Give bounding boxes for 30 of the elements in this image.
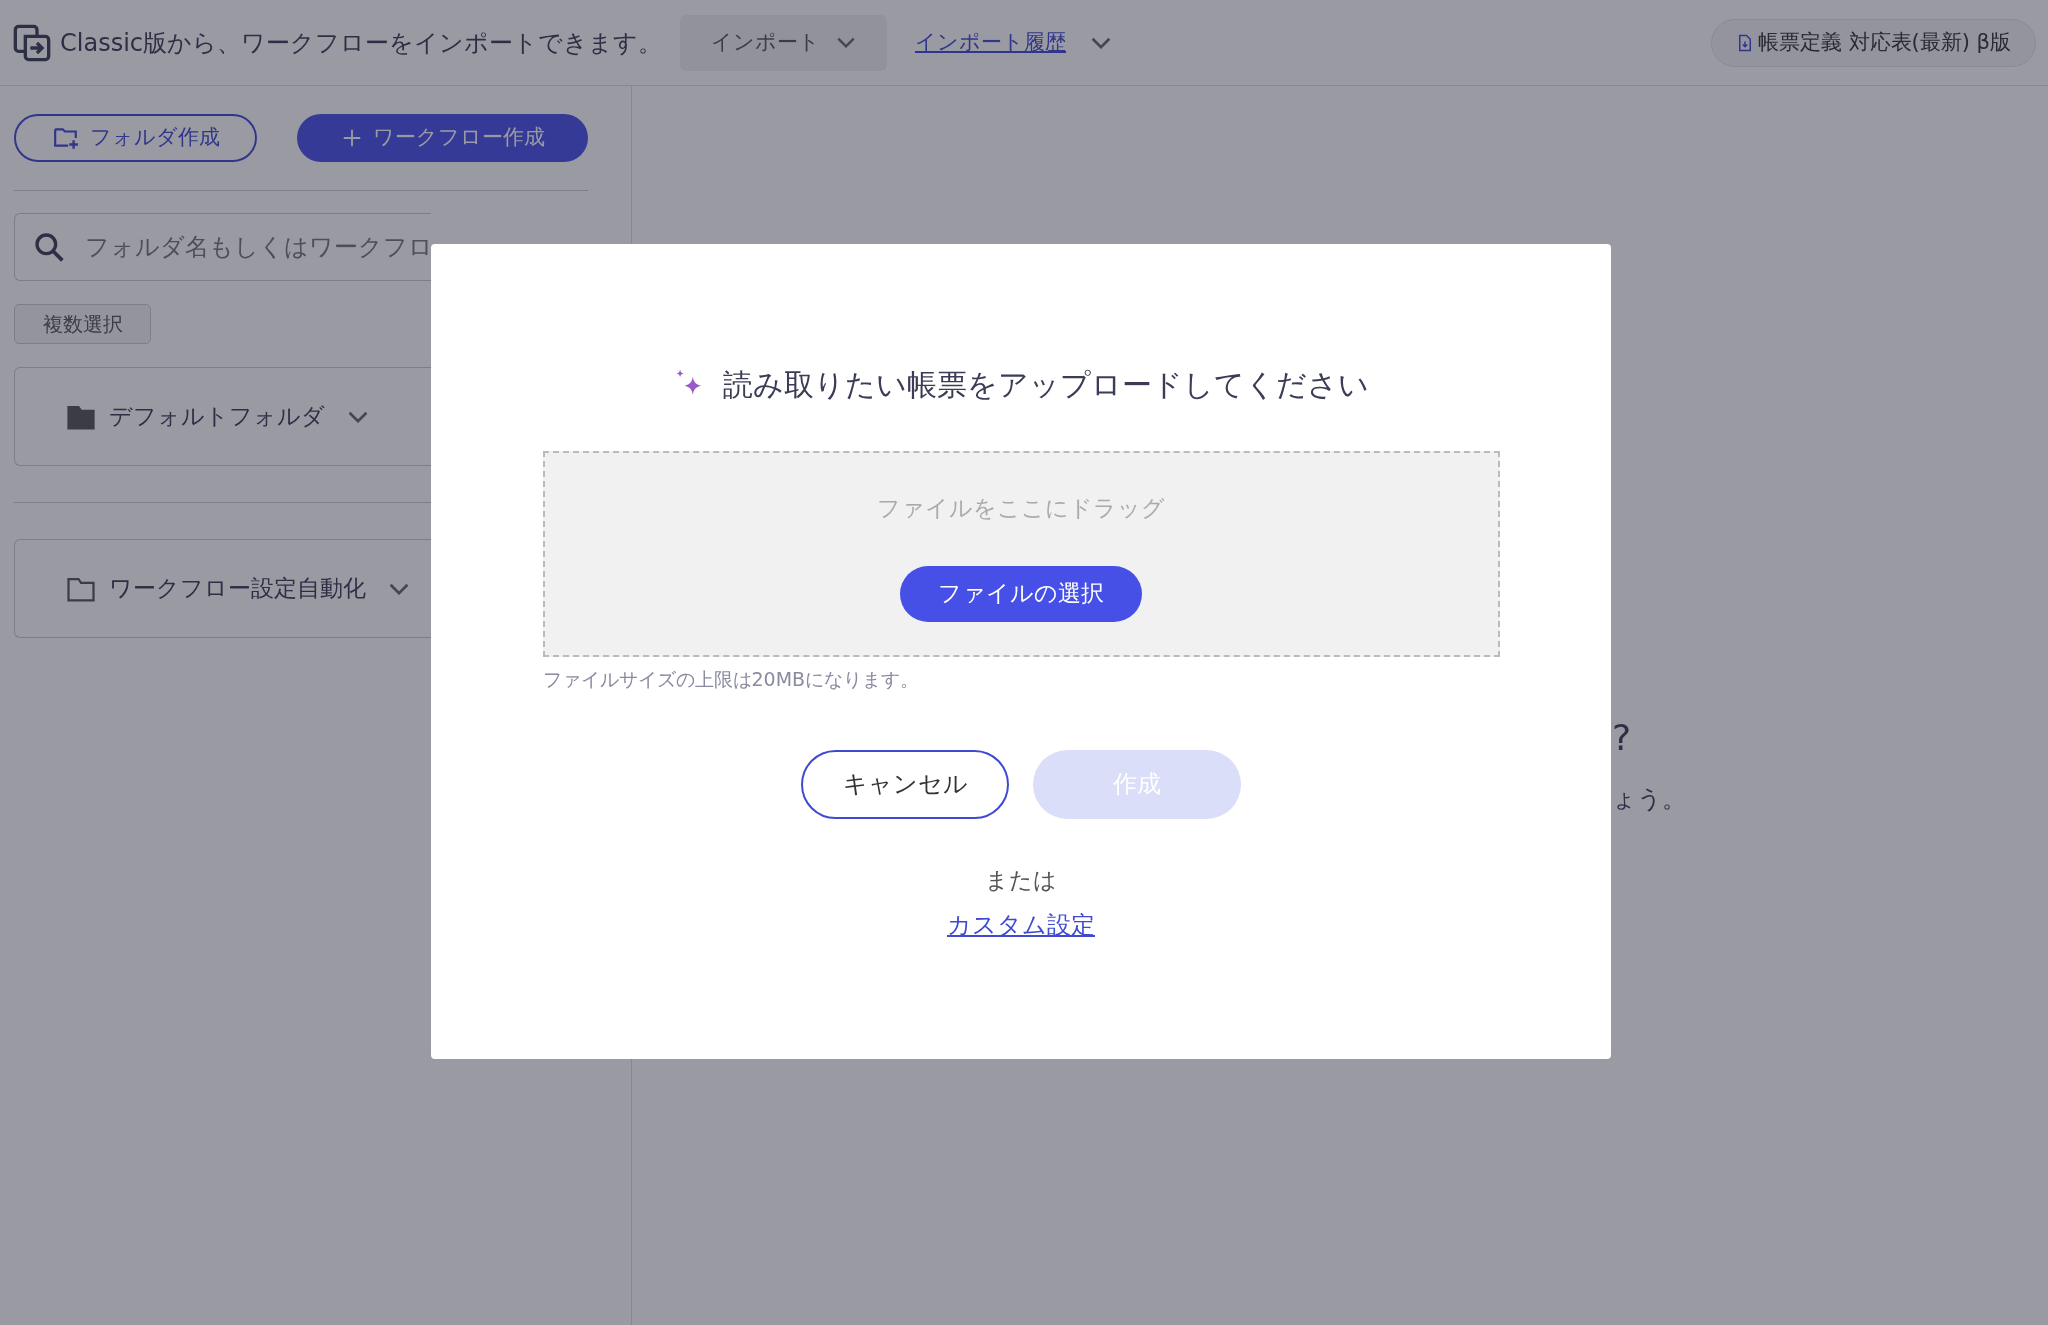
folder-plus-icon	[51, 125, 80, 151]
search-box[interactable]: フォルダ名もしくはワークフロ	[14, 213, 431, 281]
create-workflow-button[interactable]: ワークフロー作成	[297, 114, 588, 162]
folder-name: ワークフロー設定自動化	[109, 574, 366, 604]
chevron-down-icon	[836, 37, 856, 48]
cancel-button[interactable]: キャンセル	[801, 749, 1009, 819]
import-history-link[interactable]: インポート履歴	[915, 26, 1066, 59]
file-drop-zone[interactable]: ファイルをここにドラッグ ファイルの選択	[542, 451, 1500, 657]
chevron-down-icon	[347, 410, 369, 423]
document-link-button[interactable]: 帳票定義 対応表(最新) β版	[1710, 18, 2036, 67]
chevron-down-icon	[388, 582, 410, 595]
text-fragment: ょう。	[1612, 784, 1687, 815]
custom-settings-link[interactable]: カスタム設定	[947, 911, 1095, 939]
search-icon	[33, 231, 65, 263]
search-field[interactable]: フォルダ名もしくはワークフロ	[83, 228, 431, 266]
folder-name: デフォルトフォルダ	[109, 402, 325, 432]
folder-card[interactable]: ワークフロー設定自動化	[14, 539, 431, 638]
modal-title: 読み取りたい帳票をアップロードしてください	[723, 366, 1369, 404]
file-size-note: ファイルサイズの上限は20MBになります。	[542, 667, 921, 692]
folder-card[interactable]: デフォルトフォルダ	[14, 367, 431, 466]
multi-select-button[interactable]: 複数選択	[14, 304, 151, 344]
chevron-down-icon	[1090, 36, 1112, 49]
banner-message: Classic版から、ワークフローをインポートできます。	[60, 27, 662, 59]
select-file-button[interactable]: ファイルの選択	[900, 565, 1142, 622]
or-text: または	[984, 865, 1058, 895]
create-folder-button[interactable]: フォルダ作成	[14, 114, 257, 162]
import-button[interactable]: インポート	[680, 14, 887, 71]
import-document-icon	[12, 22, 52, 63]
drop-hint: ファイルをここにドラッグ	[876, 494, 1166, 523]
text-fragment: ?	[1612, 716, 1633, 760]
